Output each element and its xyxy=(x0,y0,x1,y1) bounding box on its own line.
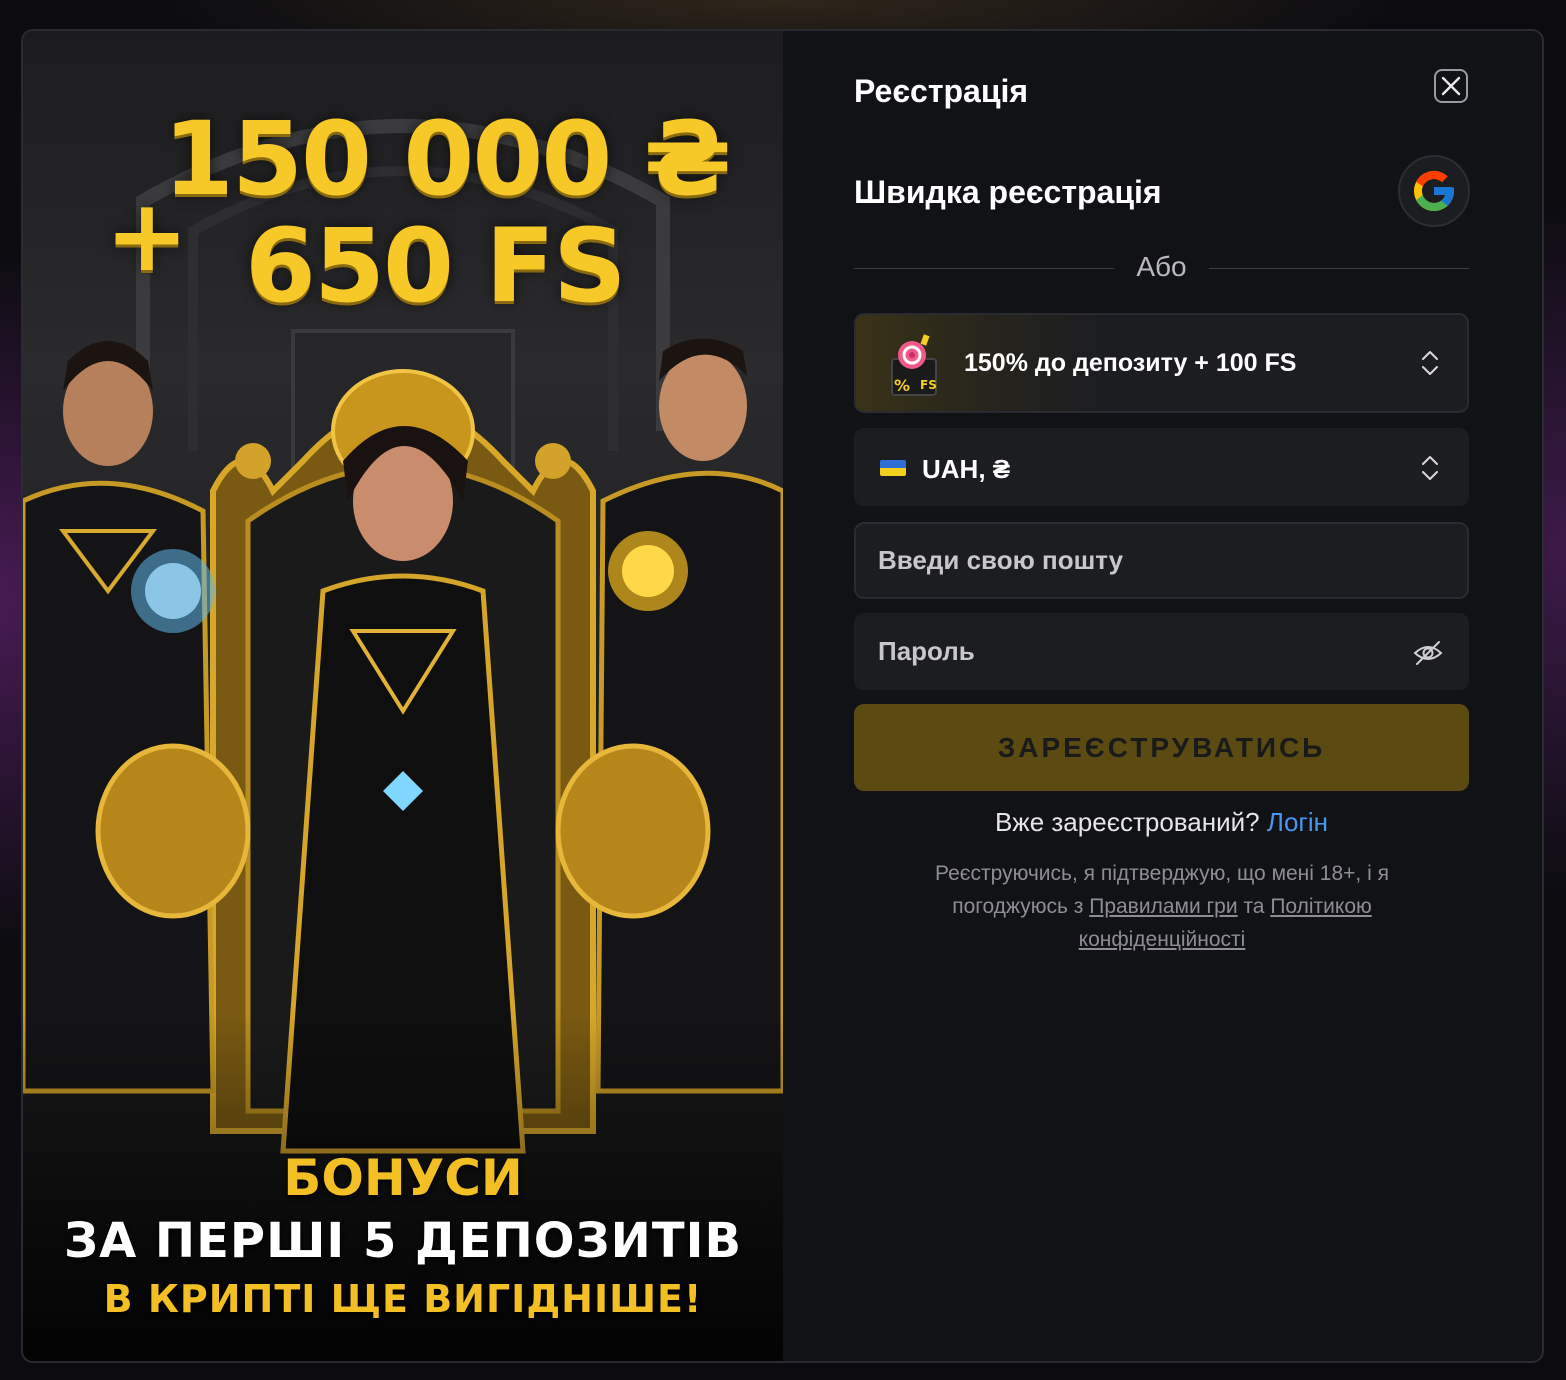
email-field-wrapper xyxy=(854,522,1469,599)
divider-line-right xyxy=(1209,268,1469,269)
password-input[interactable] xyxy=(856,615,1467,688)
bonus-select-value: 150% до депозиту + 100 FS xyxy=(964,349,1297,377)
modal-title: Реєстрація xyxy=(854,73,1029,109)
close-button[interactable] xyxy=(1434,69,1468,103)
ukraine-flag-icon xyxy=(880,460,906,476)
registration-form: Реєстрація Швидка реєстрація Або % FS 15… xyxy=(783,31,1542,1361)
promo-freespins-text: 650 FS xyxy=(245,207,627,326)
email-input[interactable] xyxy=(856,524,1467,597)
currency-select-value: UAH, ₴ xyxy=(922,454,1011,484)
chevron-updown-icon xyxy=(1422,456,1438,480)
banner-crypto-text: В КРИПТІ ЩЕ ВИГІДНІШЕ! xyxy=(103,1277,703,1321)
banner-deposits-text: ЗА ПЕРШІ 5 ДЕПОЗИТІВ xyxy=(63,1213,743,1269)
close-icon xyxy=(1441,76,1461,96)
or-divider: Або xyxy=(854,249,1469,289)
promo-amount-text: 150 000 ₴ xyxy=(163,100,732,219)
currency-select[interactable]: UAH, ₴ xyxy=(854,428,1469,506)
promo-banner: 150 000 ₴ + 650 FS БОНУСИ ЗА ПЕРШІ 5 ДЕП… xyxy=(23,31,783,1361)
svg-text:%: % xyxy=(894,376,910,395)
login-prompt-text: Вже зареєстрований? xyxy=(994,807,1260,837)
divider-text: Або xyxy=(1136,251,1187,282)
game-rules-link[interactable]: Правилами гри xyxy=(1089,895,1237,918)
bonus-gift-icon: % FS xyxy=(891,334,937,396)
promo-plus-text: + xyxy=(105,177,189,294)
password-field-wrapper xyxy=(854,613,1469,690)
google-icon xyxy=(1414,171,1454,211)
registration-modal: 150 000 ₴ + 650 FS БОНУСИ ЗА ПЕРШІ 5 ДЕП… xyxy=(21,29,1544,1363)
login-prompt: Вже зареєстрований? Логін xyxy=(854,807,1469,838)
google-signin-button[interactable] xyxy=(1398,155,1470,227)
terms-text-part2: та xyxy=(1243,895,1265,918)
register-button[interactable]: ЗАРЕЄСТРУВАТИСЬ xyxy=(854,704,1469,791)
bonus-select[interactable]: % FS 150% до депозиту + 100 FS xyxy=(854,313,1469,413)
svg-text:FS: FS xyxy=(920,378,937,392)
eye-off-icon[interactable] xyxy=(1413,639,1443,667)
quick-registration-title: Швидка реєстрація xyxy=(854,174,1162,210)
chevron-updown-icon xyxy=(1422,351,1438,375)
banner-bonus-heading: БОНУСИ xyxy=(283,1149,523,1207)
terms-text: Реєструючись, я підтверджую, що мені 18+… xyxy=(903,857,1421,956)
login-link[interactable]: Логін xyxy=(1267,807,1328,837)
